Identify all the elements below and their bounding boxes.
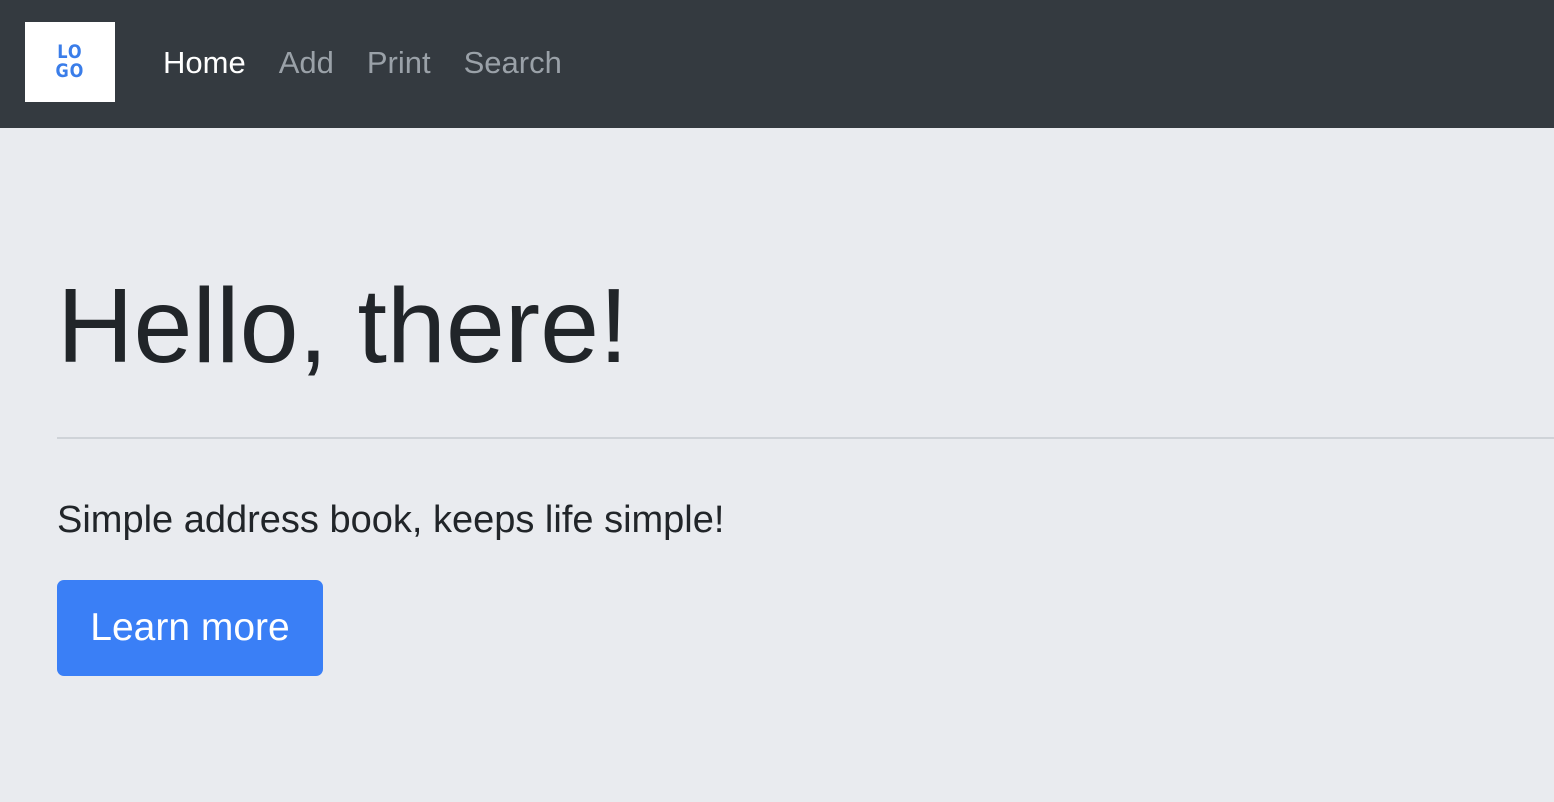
logo[interactable]: LO GO [25,22,115,102]
nav-link-print[interactable]: Print [367,45,431,80]
nav-links: Home Add Print Search [163,40,595,86]
learn-more-button[interactable]: Learn more [57,580,323,676]
nav-link-search[interactable]: Search [464,45,562,80]
logo-text-line-2: GO [55,60,85,82]
hero-divider [57,437,1554,439]
top-navbar: LO GO Home Add Print Search [0,0,1554,128]
hero-lead-text: Simple address book, keeps life simple! [57,499,725,541]
hero-title: Hello, there! [57,267,629,385]
nav-link-home[interactable]: Home [163,45,246,80]
nav-link-add[interactable]: Add [279,45,334,80]
logo-icon: LO GO [56,43,85,81]
